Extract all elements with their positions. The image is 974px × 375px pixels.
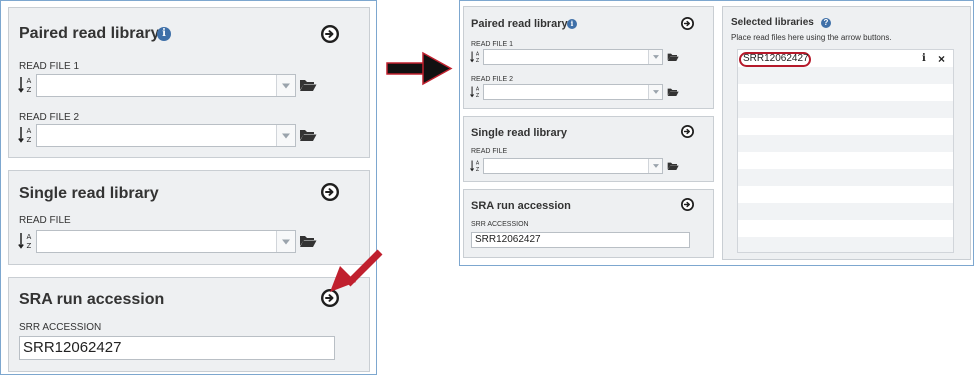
selected-libraries-card: Selected libraries ? Place read files he… xyxy=(722,6,971,260)
read-file-2-select[interactable] xyxy=(483,84,663,100)
svg-text:A: A xyxy=(27,233,32,241)
selected-libraries-hint: Place read files here using the arrow bu… xyxy=(731,33,892,42)
svg-text:Z: Z xyxy=(27,86,32,94)
read-file-select[interactable] xyxy=(36,230,296,253)
list-row xyxy=(738,101,953,118)
paired-library-card: Paired read library i READ FILE 1 AZ REA… xyxy=(463,6,714,109)
dropdown-button[interactable] xyxy=(648,159,662,173)
folder-open-icon[interactable] xyxy=(299,78,317,92)
library-info-icon[interactable]: i xyxy=(922,53,926,64)
single-library-title: Single read library xyxy=(471,127,567,139)
svg-text:Z: Z xyxy=(476,93,480,99)
help-icon[interactable]: ? xyxy=(821,18,831,28)
svg-text:A: A xyxy=(476,161,480,167)
caret-down-icon xyxy=(282,133,290,138)
list-row xyxy=(738,152,953,169)
sort-alpha-icon[interactable]: AZ xyxy=(18,125,34,145)
folder-open-icon[interactable] xyxy=(299,234,317,248)
sort-alpha-icon[interactable]: AZ xyxy=(470,159,481,173)
read-file-1-select[interactable] xyxy=(483,49,663,65)
add-single-library-button[interactable] xyxy=(681,125,694,138)
list-row xyxy=(738,118,953,135)
list-row xyxy=(738,220,953,237)
right-full-panel: Paired read library i READ FILE 1 AZ REA… xyxy=(459,0,974,266)
add-single-library-button[interactable] xyxy=(321,183,339,201)
srr-accession-input[interactable]: SRR12062427 xyxy=(471,232,690,248)
read-file-2-label: READ FILE 2 xyxy=(19,112,80,123)
caret-down-icon xyxy=(652,90,659,94)
flow-arrow xyxy=(386,51,453,86)
caret-down-icon xyxy=(652,164,659,168)
caret-down-icon xyxy=(652,55,659,59)
annotation-arrow xyxy=(330,249,383,292)
svg-text:A: A xyxy=(476,52,480,58)
list-row xyxy=(738,84,953,101)
arrow-right-circle-icon xyxy=(323,27,337,41)
folder-open-icon[interactable] xyxy=(667,161,679,171)
selected-libraries-list[interactable]: SRR12062427 i × xyxy=(737,49,954,253)
dropdown-button[interactable] xyxy=(276,75,295,96)
dropdown-button[interactable] xyxy=(648,85,662,99)
selected-libraries-title: Selected libraries xyxy=(731,17,814,28)
left-zoomed-panel: Paired read library i READ FILE 1 AZ REA… xyxy=(0,0,377,375)
svg-text:A: A xyxy=(27,127,32,135)
sort-alpha-icon[interactable]: AZ xyxy=(470,50,481,64)
list-row xyxy=(738,237,953,252)
sra-accession-card: SRA run accession SRR ACCESSION SRR12062… xyxy=(8,277,370,372)
add-paired-library-button[interactable] xyxy=(321,25,339,43)
add-paired-library-button[interactable] xyxy=(681,17,694,30)
list-row xyxy=(738,203,953,220)
list-row xyxy=(738,135,953,152)
sort-alpha-icon[interactable]: AZ xyxy=(18,231,34,251)
sort-alpha-icon[interactable]: AZ xyxy=(18,75,34,95)
folder-open-icon[interactable] xyxy=(667,87,679,97)
read-file-1-select[interactable] xyxy=(36,74,296,97)
paired-library-title: Paired read library xyxy=(19,25,160,42)
sra-accession-title: SRA run accession xyxy=(471,200,571,212)
svg-text:A: A xyxy=(27,77,32,85)
srr-accession-label: SRR ACCESSION xyxy=(471,221,529,228)
read-file-2-label: READ FILE 2 xyxy=(471,76,514,83)
svg-text:A: A xyxy=(476,87,480,93)
svg-text:Z: Z xyxy=(27,242,32,250)
info-icon[interactable]: i xyxy=(567,19,577,29)
remove-library-icon[interactable]: × xyxy=(938,52,945,66)
arrow-right-circle-icon xyxy=(682,18,693,29)
paired-library-card: Paired read library i READ FILE 1 AZ REA… xyxy=(8,7,370,158)
arrow-right-circle-icon xyxy=(682,199,693,210)
srr-accession-input[interactable]: SRR12062427 xyxy=(19,336,335,360)
read-file-select[interactable] xyxy=(483,158,663,174)
folder-open-icon[interactable] xyxy=(667,52,679,62)
list-row xyxy=(738,186,953,203)
folder-open-icon[interactable] xyxy=(299,128,317,142)
read-file-1-label: READ FILE 1 xyxy=(471,41,514,48)
info-icon[interactable]: i xyxy=(157,27,171,41)
svg-text:Z: Z xyxy=(27,136,32,144)
caret-down-icon xyxy=(282,239,290,244)
add-sra-accession-button[interactable] xyxy=(681,198,694,211)
sra-accession-card: SRA run accession SRR ACCESSION SRR12062… xyxy=(463,189,714,258)
dropdown-button[interactable] xyxy=(276,231,295,252)
svg-text:Z: Z xyxy=(476,167,480,173)
caret-down-icon xyxy=(282,83,290,88)
dropdown-button[interactable] xyxy=(276,125,295,146)
read-file-label: READ FILE xyxy=(19,215,71,226)
read-file-1-label: READ FILE 1 xyxy=(19,61,80,72)
arrow-right-circle-icon xyxy=(682,126,693,137)
single-library-title: Single read library xyxy=(19,185,159,202)
sra-accession-title: SRA run accession xyxy=(19,291,165,308)
single-library-card: Single read library READ FILE AZ xyxy=(8,170,370,265)
svg-text:Z: Z xyxy=(476,58,480,64)
srr-accession-label: SRR ACCESSION xyxy=(19,322,102,333)
single-library-card: Single read library READ FILE AZ xyxy=(463,116,714,182)
arrow-right-circle-icon xyxy=(323,185,337,199)
read-file-2-select[interactable] xyxy=(36,124,296,147)
library-entry-name: SRR12062427 xyxy=(743,53,809,64)
paired-library-title: Paired read library xyxy=(471,18,568,30)
list-row xyxy=(738,67,953,84)
list-row xyxy=(738,169,953,186)
sort-alpha-icon[interactable]: AZ xyxy=(470,85,481,99)
dropdown-button[interactable] xyxy=(648,50,662,64)
read-file-label: READ FILE xyxy=(471,148,508,155)
